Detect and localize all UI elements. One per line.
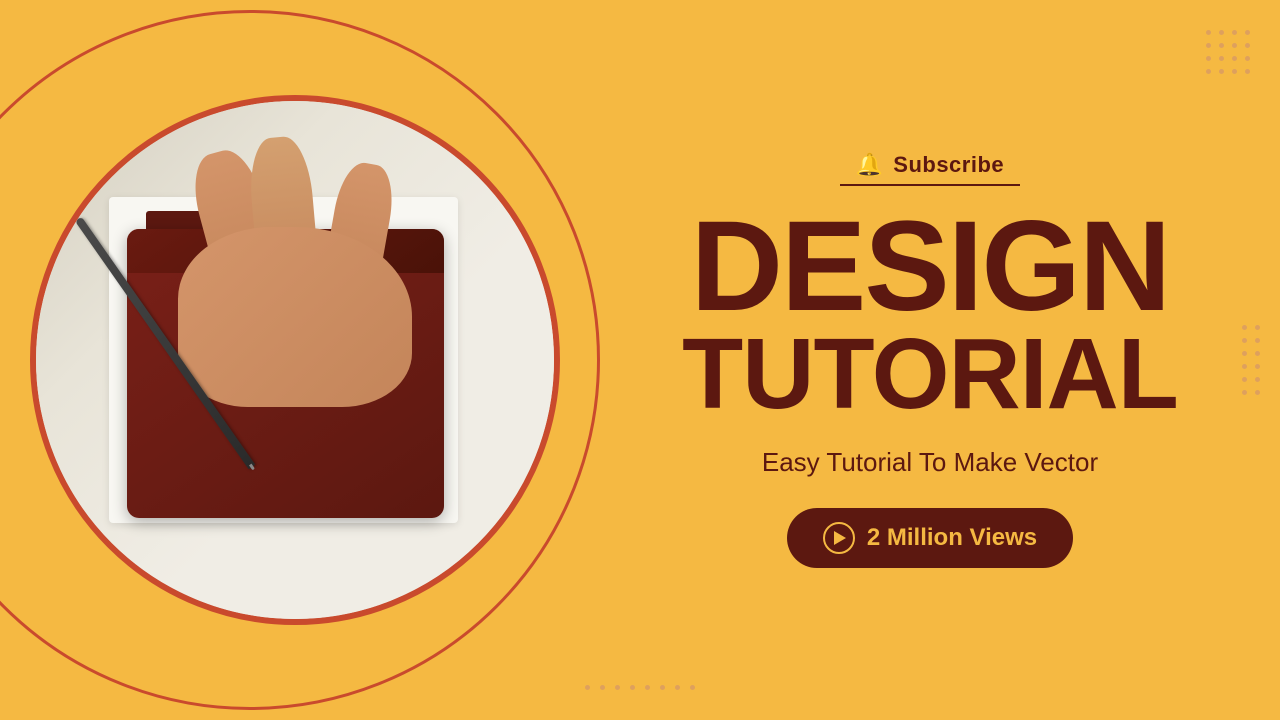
views-text: 2 Million Views (867, 524, 1037, 552)
dot (630, 685, 635, 690)
dot (1206, 69, 1211, 74)
dot (1206, 30, 1211, 35)
dot (1206, 43, 1211, 48)
dots-bottom-center (585, 685, 695, 690)
dot (1255, 338, 1260, 343)
bell-icon: 🔔 (856, 152, 883, 178)
title-tutorial: TUTORIAL (682, 327, 1178, 422)
dot-grid-mid (1242, 325, 1260, 395)
dot (1245, 56, 1250, 61)
subscribe-section: 🔔 Subscribe (840, 152, 1020, 186)
dot (1219, 56, 1224, 61)
dot (1232, 43, 1237, 48)
play-icon (834, 531, 846, 545)
dot-grid-top (1206, 30, 1250, 74)
dot (1232, 69, 1237, 74)
dot (660, 685, 665, 690)
subscribe-underline (840, 184, 1020, 186)
dot (1219, 43, 1224, 48)
dot (1242, 390, 1247, 395)
dot (1245, 30, 1250, 35)
dot (1242, 325, 1247, 330)
dots-top-right (1206, 30, 1250, 74)
dot (1245, 43, 1250, 48)
dot (690, 685, 695, 690)
photo-circle (30, 95, 560, 625)
dot (1255, 325, 1260, 330)
dot (615, 685, 620, 690)
dot (1242, 377, 1247, 382)
dot (1232, 30, 1237, 35)
views-badge: 2 Million Views (787, 508, 1073, 568)
dot (1245, 69, 1250, 74)
dot (1242, 338, 1247, 343)
thumbnail-container: 🔔 Subscribe DESIGN TUTORIAL Easy Tutoria… (0, 0, 1280, 720)
dot (645, 685, 650, 690)
dot (1219, 30, 1224, 35)
dot (1206, 56, 1211, 61)
title-design: DESIGN (682, 206, 1178, 328)
dot (1242, 351, 1247, 356)
photo-inner (36, 101, 554, 619)
tablet-scene (62, 127, 528, 593)
dot (675, 685, 680, 690)
dot (1242, 364, 1247, 369)
main-title: DESIGN TUTORIAL (682, 206, 1178, 423)
subscribe-row: 🔔 Subscribe (856, 152, 1004, 178)
dot (1255, 364, 1260, 369)
dot (600, 685, 605, 690)
dot (1255, 377, 1260, 382)
play-icon-circle (823, 522, 855, 554)
dot (1232, 56, 1237, 61)
content-area: 🔔 Subscribe DESIGN TUTORIAL Easy Tutoria… (580, 0, 1280, 720)
subscribe-text: Subscribe (893, 152, 1004, 178)
dots-mid-right (1242, 325, 1260, 395)
dot (585, 685, 590, 690)
hand (178, 150, 411, 406)
subtitle: Easy Tutorial To Make Vector (762, 447, 1098, 478)
dot (1255, 351, 1260, 356)
dots-bottom-row (585, 685, 695, 690)
palm (178, 227, 411, 406)
dot (1255, 390, 1260, 395)
dot (1219, 69, 1224, 74)
